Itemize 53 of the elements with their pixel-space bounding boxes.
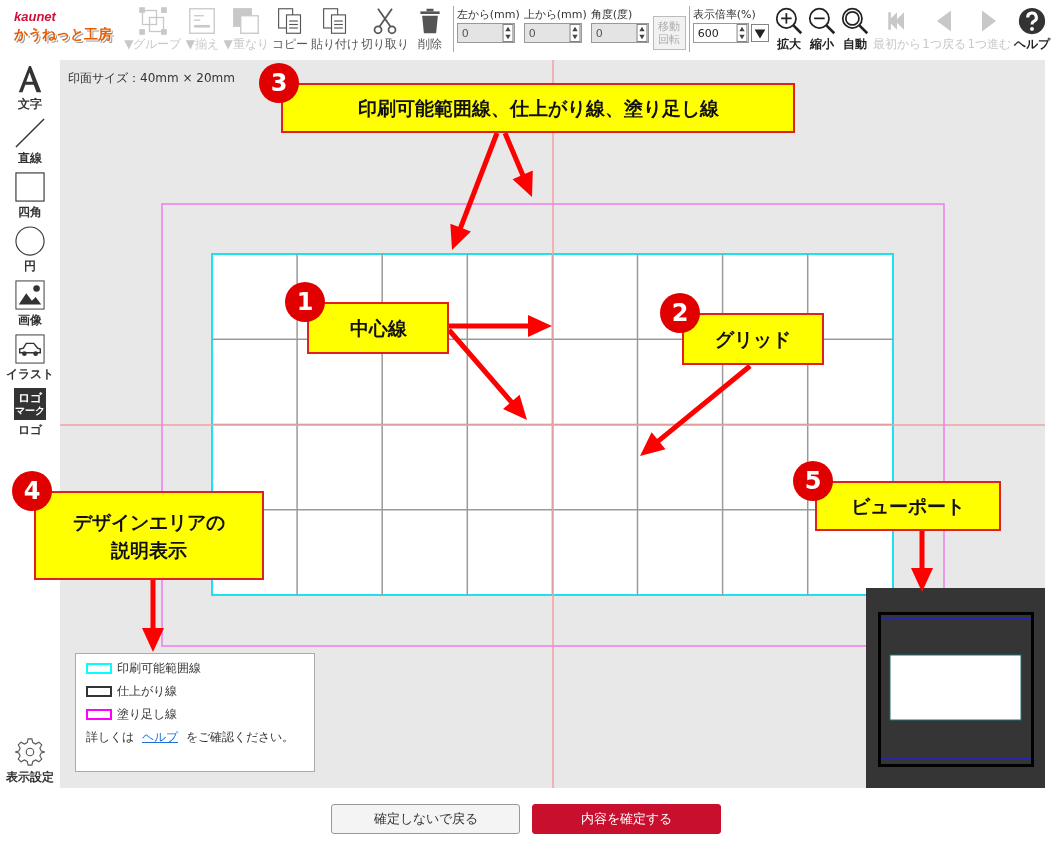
arrow: [502, 132, 533, 197]
circle-icon: [15, 226, 45, 256]
logo-mark-icon: ロゴ マーク: [14, 388, 46, 420]
question-mark-icon: [1018, 7, 1046, 35]
tool-button[interactable]: イラスト: [6, 334, 54, 383]
zoom-field[interactable]: 600: [692, 23, 749, 43]
brand-logo: kaunet: [14, 10, 56, 24]
zoom-out-icon: [808, 7, 837, 35]
squares-icon: [232, 7, 261, 35]
toolbar-button[interactable]: コピー: [269, 0, 310, 60]
help-link[interactable]: ヘルプ: [142, 729, 178, 746]
legend-label: 印刷可能範囲線: [117, 660, 201, 677]
magnifier-icon: [841, 7, 870, 35]
squares-icon: [188, 7, 217, 35]
documents-icon: [320, 7, 349, 35]
legend-label: 塗り足し線: [117, 706, 177, 723]
field-label: 上から(mm): [523, 9, 587, 21]
field-label: 角度(度): [590, 9, 634, 21]
field-label: 左から(mm): [456, 9, 520, 21]
field-label: 表示倍率(%): [692, 9, 757, 21]
square-icon: [15, 172, 45, 202]
tool-button[interactable]: 直線: [15, 118, 45, 167]
arrow: [911, 531, 933, 592]
tool-button[interactable]: 円: [15, 226, 45, 275]
tool-button[interactable]: 四角: [15, 172, 45, 221]
spinner-icon[interactable]: [735, 24, 748, 42]
squares-icon: [138, 7, 167, 35]
image-icon: [15, 280, 45, 310]
settings-icon: [15, 737, 45, 767]
car-icon: [15, 334, 45, 364]
print-size-label: 印面サイズ：40mm × 20mm: [68, 70, 235, 87]
line-icon: [15, 118, 45, 148]
arrow: [142, 580, 164, 652]
display-settings-button[interactable]: 表示設定: [6, 737, 54, 786]
help-button[interactable]: ヘルプ: [1012, 0, 1052, 60]
toolbar-button[interactable]: 削除: [409, 0, 450, 60]
zoom-in-icon: [775, 7, 804, 35]
legend-note: 詳しくは: [86, 729, 134, 746]
toolbar-button[interactable]: 切り取り: [359, 0, 410, 60]
tool-button[interactable]: 文字: [15, 64, 45, 113]
footer-button[interactable]: 内容を確定する: [532, 803, 721, 834]
toolbar-button[interactable]: 貼り付け: [309, 0, 360, 60]
documents-icon: [275, 7, 304, 35]
legend-note: をご確認ください。: [186, 729, 294, 746]
legend-label: 仕上がり線: [117, 683, 177, 700]
tool-button[interactable]: ロゴ マーク ロゴ: [14, 388, 46, 439]
tool-button[interactable]: 画像: [15, 280, 45, 329]
zoom-button[interactable]: 縮小: [805, 0, 839, 60]
dropdown-icon[interactable]: [750, 23, 769, 43]
app-title: かうねっと工房: [14, 25, 112, 44]
zoom-button[interactable]: 自動: [838, 0, 872, 60]
zoom-button[interactable]: 拡大: [772, 0, 806, 60]
footer-button[interactable]: 確定しないで戻る: [331, 803, 520, 834]
